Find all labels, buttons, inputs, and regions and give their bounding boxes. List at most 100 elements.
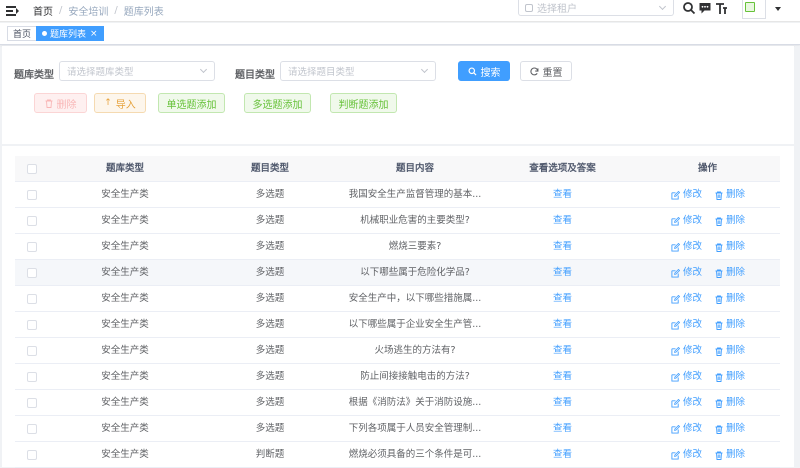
cell-bank-type: 安全生产类 <box>101 241 149 252</box>
row-delete-button[interactable]: 删除 <box>715 260 745 286</box>
add-multi-choice-button[interactable]: 多选题添加 <box>244 93 311 113</box>
filter-card: 题库类型 请选择题库类型 题目类型 请选择题目类型 搜索 重置 删除 ↑ 导入 … <box>2 46 794 144</box>
cell-question-content: 火场逃生的方法有? <box>374 345 456 356</box>
row-delete-button[interactable]: 删除 <box>715 416 745 442</box>
hamburger-menu-icon[interactable] <box>6 5 20 17</box>
font-size-icon[interactable] <box>714 1 728 15</box>
bank-type-label: 题库类型 <box>14 70 54 81</box>
table-row: 安全生产类 多选题 安全生产中，以下哪些措施属... 查看 修改 删除 <box>15 286 780 312</box>
edit-button[interactable]: 修改 <box>671 208 702 234</box>
cell-question-content: 燃烧三要素? <box>388 241 442 252</box>
select-all-checkbox[interactable] <box>27 164 37 174</box>
cell-question-content: 防止间接接触电击的方法? <box>360 371 470 382</box>
row-delete-button[interactable]: 删除 <box>715 208 745 234</box>
delete-button[interactable]: 删除 <box>34 93 87 113</box>
edit-icon <box>671 424 680 434</box>
edit-icon <box>671 346 680 356</box>
view-answers-link[interactable]: 查看 <box>495 338 630 364</box>
row-delete-button[interactable]: 删除 <box>715 286 745 312</box>
tenant-placeholder: 选择租户 <box>537 4 577 15</box>
cell-question-type: 多选题 <box>255 293 285 304</box>
row-checkbox[interactable] <box>27 450 37 460</box>
row-checkbox[interactable] <box>27 242 37 252</box>
row-delete-button[interactable]: 删除 <box>715 312 745 338</box>
import-button[interactable]: ↑ 导入 <box>94 93 146 113</box>
cell-question-type: 多选题 <box>255 371 285 382</box>
row-checkbox[interactable] <box>27 424 37 434</box>
row-delete-label: 删除 <box>726 267 746 278</box>
cell-question-content: 机械职业危害的主要类型? <box>360 215 470 226</box>
question-type-label: 题目类型 <box>235 70 275 81</box>
search-icon[interactable] <box>682 1 696 15</box>
view-answers-link[interactable]: 查看 <box>495 260 630 286</box>
view-answers-link[interactable]: 查看 <box>495 442 630 468</box>
view-answers-link[interactable]: 查看 <box>495 234 630 260</box>
edit-button[interactable]: 修改 <box>671 390 702 416</box>
row-checkbox[interactable] <box>27 320 37 330</box>
row-delete-button[interactable]: 删除 <box>715 182 745 208</box>
edit-button[interactable]: 修改 <box>671 312 702 338</box>
breadcrumb-safety-training: 安全培训 <box>68 7 109 18</box>
cell-question-content: 根据《消防法》关于消防设施... <box>348 397 482 408</box>
row-delete-button[interactable]: 删除 <box>715 338 745 364</box>
row-checkbox[interactable] <box>27 268 37 278</box>
cell-question-type: 多选题 <box>255 189 285 200</box>
row-checkbox[interactable] <box>27 346 37 356</box>
row-delete-button[interactable]: 删除 <box>715 234 745 260</box>
row-delete-button[interactable]: 删除 <box>715 442 745 468</box>
edit-button[interactable]: 修改 <box>671 260 702 286</box>
view-answers-link[interactable]: 查看 <box>495 416 630 442</box>
view-answers-link[interactable]: 查看 <box>495 312 630 338</box>
cell-question-content: 燃烧必须具备的三个条件是可... <box>348 449 482 460</box>
edit-button-label: 修改 <box>683 397 703 408</box>
avatar[interactable] <box>742 0 766 19</box>
row-checkbox[interactable] <box>27 294 37 304</box>
caret-down-icon[interactable] <box>775 7 781 11</box>
bank-type-select[interactable]: 请选择题库类型 <box>59 61 215 81</box>
row-delete-label: 删除 <box>726 189 746 200</box>
tag-home[interactable]: 首页 <box>7 26 38 41</box>
cell-question-content: 以下哪些属于危险化学品? <box>360 267 470 278</box>
edit-button[interactable]: 修改 <box>671 442 702 468</box>
row-checkbox[interactable] <box>27 216 37 226</box>
edit-button[interactable]: 修改 <box>671 182 702 208</box>
edit-button[interactable]: 修改 <box>671 338 702 364</box>
edit-button[interactable]: 修改 <box>671 364 702 390</box>
chevron-down-icon <box>658 2 667 10</box>
search-icon <box>467 66 477 76</box>
view-answers-link[interactable]: 查看 <box>495 182 630 208</box>
search-button[interactable]: 搜索 <box>458 61 510 81</box>
header-question-content: 题目内容 <box>395 163 434 174</box>
add-true-false-button[interactable]: 判断题添加 <box>330 93 397 113</box>
row-checkbox[interactable] <box>27 398 37 408</box>
edit-button[interactable]: 修改 <box>671 234 702 260</box>
add-single-choice-button[interactable]: 单选题添加 <box>158 93 225 113</box>
trash-icon <box>715 191 723 200</box>
cell-question-type: 多选题 <box>255 423 285 434</box>
edit-icon <box>671 216 680 226</box>
row-delete-label: 删除 <box>726 397 746 408</box>
message-icon[interactable] <box>698 1 712 15</box>
page-scrollbar[interactable] <box>795 46 800 467</box>
view-answers-link[interactable]: 查看 <box>495 208 630 234</box>
breadcrumb-home[interactable]: 首页 <box>33 3 53 18</box>
tag-question-bank[interactable]: 题库列表 × <box>36 26 104 41</box>
row-checkbox[interactable] <box>27 372 37 382</box>
edit-button[interactable]: 修改 <box>671 286 702 312</box>
table-row: 安全生产类 多选题 防止间接接触电击的方法? 查看 修改 删除 <box>15 364 780 390</box>
edit-button-label: 修改 <box>683 241 703 252</box>
question-type-placeholder: 请选择题目类型 <box>288 67 355 78</box>
question-type-select[interactable]: 请选择题目类型 <box>280 61 436 81</box>
row-delete-button[interactable]: 删除 <box>715 364 745 390</box>
header-view-answers: 查看选项及答案 <box>529 163 596 174</box>
view-answers-link[interactable]: 查看 <box>495 390 630 416</box>
edit-button[interactable]: 修改 <box>671 416 702 442</box>
close-icon[interactable]: × <box>90 29 98 39</box>
view-answers-link[interactable]: 查看 <box>495 364 630 390</box>
row-delete-button[interactable]: 删除 <box>715 390 745 416</box>
reset-button[interactable]: 重置 <box>520 61 572 81</box>
import-button-label: 导入 <box>115 99 136 111</box>
view-answers-link[interactable]: 查看 <box>495 286 630 312</box>
tenant-select[interactable]: 选择租户 <box>518 0 674 16</box>
row-checkbox[interactable] <box>27 190 37 200</box>
